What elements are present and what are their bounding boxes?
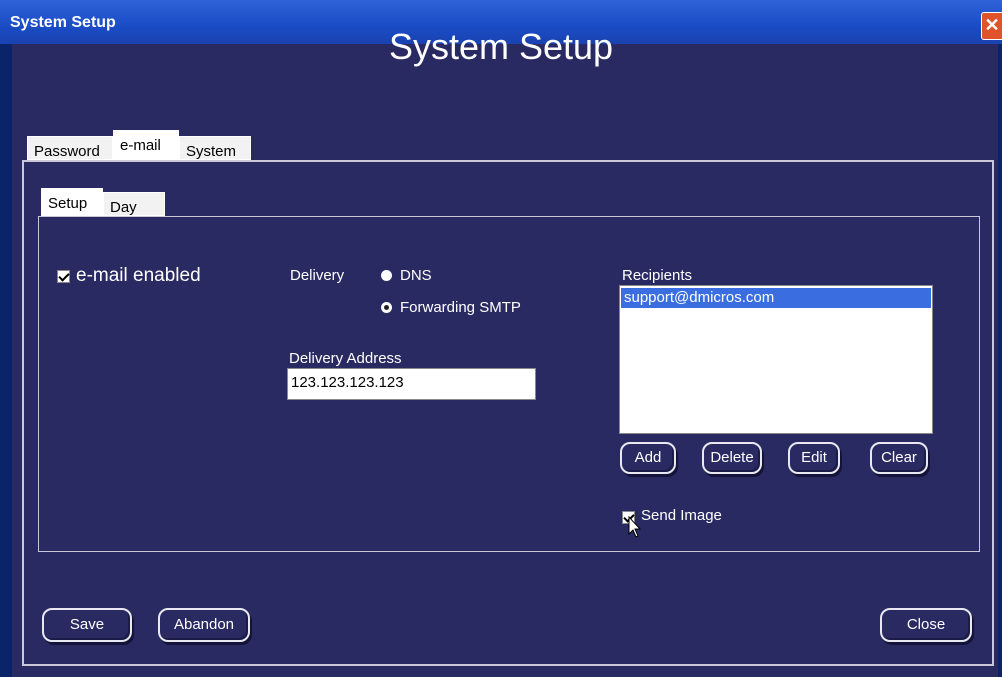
save-button[interactable]: Save: [42, 608, 132, 642]
delivery-address-input[interactable]: 123.123.123.123: [287, 368, 536, 400]
recipients-list[interactable]: support@dmicros.com: [619, 285, 933, 434]
mouse-cursor-icon: [628, 516, 642, 538]
tab-system[interactable]: System: [179, 136, 251, 160]
tab-email[interactable]: e-mail: [113, 130, 179, 160]
list-item[interactable]: support@dmicros.com: [621, 288, 931, 308]
delivery-dns-radio[interactable]: [381, 270, 392, 281]
tab-password[interactable]: Password: [27, 136, 113, 160]
page-title: System Setup: [388, 26, 614, 67]
add-button[interactable]: Add: [620, 442, 676, 474]
delete-button[interactable]: Delete: [702, 442, 762, 474]
email-enabled-label: e-mail enabled: [76, 265, 201, 286]
delivery-label: Delivery: [290, 267, 345, 284]
delivery-smtp-label: Forwarding SMTP: [400, 299, 521, 316]
tab-setup[interactable]: Setup: [41, 188, 103, 216]
tab-day[interactable]: Day: [103, 192, 165, 216]
tab-day-label: Day: [110, 199, 137, 216]
delivery-address-label: Delivery Address: [289, 350, 402, 367]
tab-setup-label: Setup: [48, 195, 88, 212]
send-image-label: Send Image: [641, 507, 722, 524]
tab-password-label: Password: [34, 143, 100, 160]
tab-system-label: System: [186, 143, 237, 160]
email-enabled-checkbox[interactable]: [57, 270, 70, 283]
clear-button[interactable]: Clear: [870, 442, 928, 474]
tab-email-label: e-mail: [120, 137, 161, 154]
abandon-button[interactable]: Abandon: [158, 608, 250, 642]
delivery-dns-label: DNS: [400, 267, 432, 284]
recipients-label: Recipients: [622, 267, 693, 284]
delivery-smtp-radio[interactable]: [381, 302, 392, 313]
close-button[interactable]: Close: [880, 608, 972, 642]
edit-button[interactable]: Edit: [788, 442, 840, 474]
